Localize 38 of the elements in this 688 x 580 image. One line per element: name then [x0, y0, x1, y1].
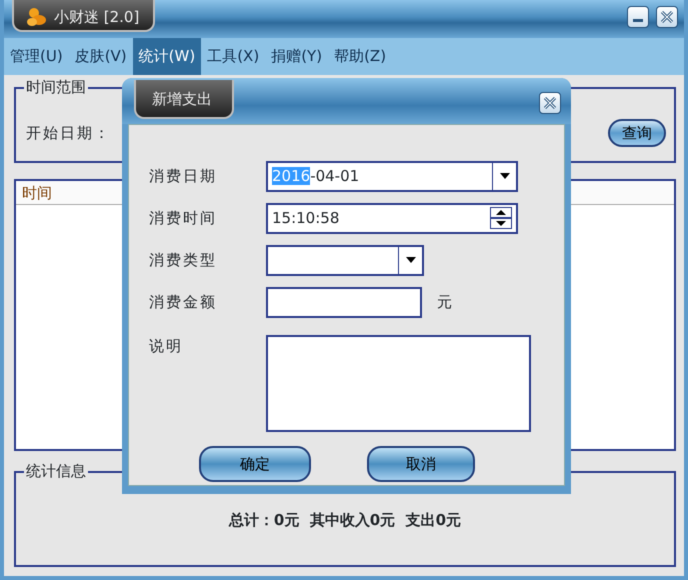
- menu-item[interactable]: 帮助(Z): [328, 38, 392, 75]
- dropdown-arrow-icon[interactable]: [500, 173, 510, 179]
- menu-item[interactable]: 捐赠(Y): [265, 38, 328, 75]
- minimize-icon: [632, 19, 642, 22]
- dropdown-arrow-icon[interactable]: [406, 257, 416, 263]
- unit-label: 元: [437, 292, 452, 313]
- field-label: 消费日期: [149, 166, 218, 187]
- menu-item[interactable]: 管理(U): [4, 38, 69, 75]
- spin-down-icon[interactable]: [490, 218, 512, 229]
- spin-up-icon[interactable]: [490, 207, 512, 218]
- group-title: 时间范围: [24, 77, 88, 97]
- window-title: 小财迷 [2.0]: [54, 6, 140, 28]
- coins-icon: [26, 7, 48, 27]
- start-date-label: 开始日期：: [26, 122, 111, 144]
- dialog-title: 新增支出: [134, 80, 234, 118]
- menu-item[interactable]: 统计(W): [132, 38, 202, 75]
- cancel-button[interactable]: 取消: [367, 446, 475, 482]
- menu-item[interactable]: 工具(X): [201, 38, 266, 75]
- date-field[interactable]: 2016-04-01: [266, 160, 518, 192]
- minimize-button[interactable]: [626, 6, 648, 28]
- close-button[interactable]: [656, 6, 678, 28]
- memo-field[interactable]: [266, 335, 531, 432]
- summary-text: 总计：0元 其中收入0元 支出0元: [228, 510, 462, 531]
- menu-item[interactable]: 皮肤(V): [68, 38, 133, 75]
- ok-button[interactable]: 确定: [199, 446, 311, 482]
- group-title: 统计信息: [24, 461, 88, 481]
- query-button[interactable]: 查询: [608, 118, 666, 148]
- field-label: 消费金额: [149, 292, 218, 313]
- close-icon: [542, 95, 558, 111]
- field-label: 消费时间: [149, 208, 218, 229]
- field-label: 消费类型: [149, 250, 218, 271]
- amount-field[interactable]: [266, 286, 422, 318]
- field-label: 说明: [149, 336, 184, 357]
- close-button[interactable]: [539, 92, 561, 114]
- close-icon: [659, 9, 675, 25]
- type-dropdown[interactable]: [266, 244, 424, 276]
- column-header: 时间: [22, 183, 52, 204]
- time-field[interactable]: 15:10:58: [266, 202, 518, 234]
